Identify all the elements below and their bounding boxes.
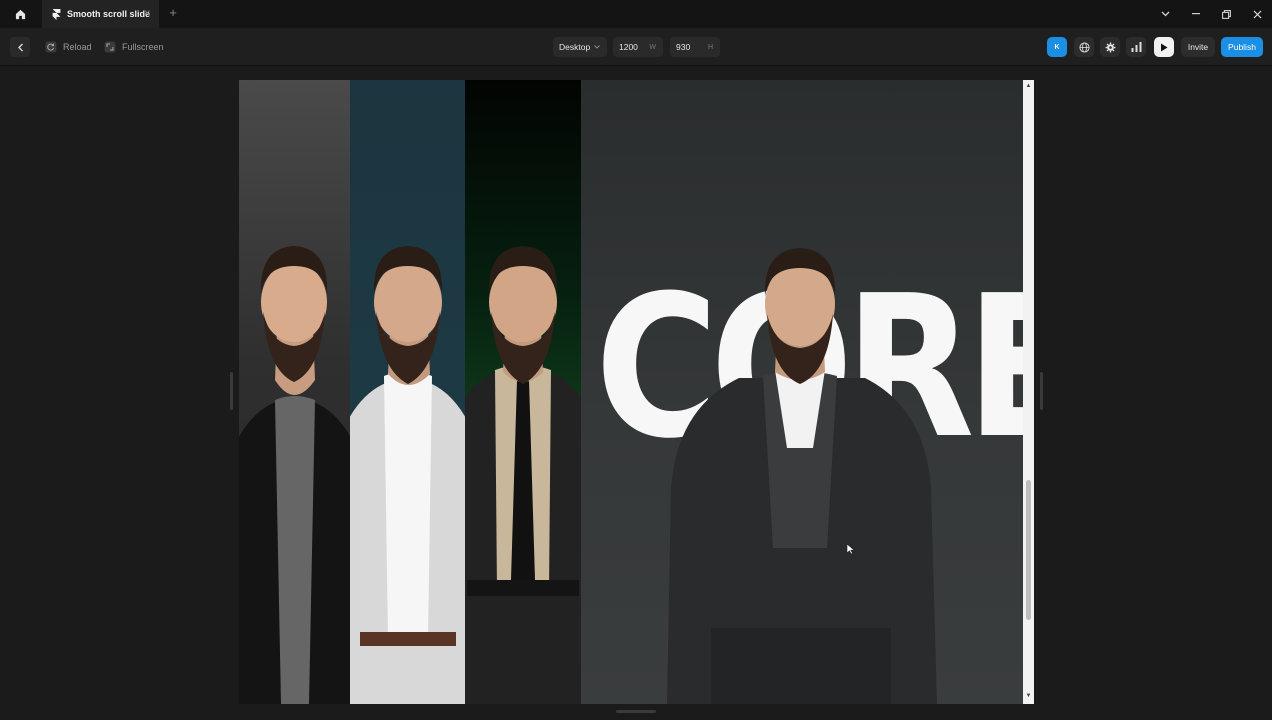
- left-resize-handle[interactable]: [230, 372, 233, 410]
- globe-button[interactable]: [1074, 37, 1094, 57]
- scroll-thumb[interactable]: [1026, 480, 1031, 620]
- toolbar: Reload Fullscreen Desktop 1200 W 930 H K…: [0, 28, 1272, 66]
- tab-title: Smooth scroll slide: [67, 9, 151, 19]
- user-badge-button[interactable]: K: [1047, 37, 1067, 57]
- bottom-resize-handle[interactable]: [616, 710, 656, 713]
- fullscreen-label: Fullscreen: [122, 42, 164, 52]
- analytics-icon: [1131, 42, 1141, 52]
- home-icon: [15, 9, 25, 19]
- framer-logo-icon: [52, 8, 61, 20]
- preview-play-button[interactable]: [1154, 37, 1174, 57]
- slide-panel-3[interactable]: [465, 80, 581, 704]
- person-image-1: [239, 246, 350, 704]
- preview-frame: CORE: [239, 80, 1023, 704]
- plus-icon[interactable]: +: [165, 5, 181, 21]
- fullscreen-button[interactable]: Fullscreen: [104, 39, 164, 55]
- person-image-3: [465, 246, 581, 704]
- chevron-down-icon[interactable]: [1157, 6, 1173, 22]
- slide-panel-2[interactable]: [350, 80, 465, 704]
- window-close-icon[interactable]: [1249, 6, 1265, 22]
- fullscreen-icon: [104, 41, 116, 53]
- gear-icon: [1105, 42, 1115, 52]
- publish-button[interactable]: Publish: [1221, 37, 1263, 57]
- back-button[interactable]: [10, 37, 30, 57]
- reload-icon: [45, 41, 57, 53]
- width-input[interactable]: 1200 W: [613, 37, 663, 57]
- play-icon: [1161, 43, 1168, 51]
- badge-label: K: [1054, 43, 1060, 51]
- breakpoint-value: Desktop: [559, 42, 591, 52]
- tab-smooth-scroll-slide[interactable]: Smooth scroll slide ✕: [42, 0, 159, 28]
- height-suffix: H: [707, 43, 713, 51]
- width-value: 1200: [619, 42, 638, 52]
- breakpoint-select[interactable]: Desktop: [553, 37, 607, 57]
- scroll-up-arrow[interactable]: ▲: [1025, 83, 1032, 90]
- preview-scrollbar[interactable]: ▲ ▼: [1023, 80, 1034, 704]
- settings-button[interactable]: [1100, 37, 1120, 57]
- height-value: 930: [676, 42, 691, 52]
- invite-button[interactable]: Invite: [1181, 37, 1215, 57]
- back-arrow-icon: [17, 43, 23, 51]
- title-bar: Smooth scroll slide ✕ +: [0, 0, 1272, 28]
- analytics-button[interactable]: [1126, 37, 1146, 57]
- hero-person-image: [667, 248, 937, 704]
- width-suffix: W: [649, 43, 656, 51]
- person-image-2: [350, 246, 465, 704]
- slide-panel-1[interactable]: [239, 80, 350, 704]
- minimize-icon[interactable]: [1188, 6, 1204, 22]
- mouse-cursor-icon: [846, 543, 855, 555]
- globe-icon: [1078, 41, 1090, 53]
- close-icon[interactable]: ✕: [143, 8, 151, 19]
- right-resize-handle[interactable]: [1040, 372, 1043, 410]
- restore-icon[interactable]: [1218, 6, 1234, 22]
- home-button[interactable]: [0, 0, 40, 28]
- height-input[interactable]: 930 H: [670, 37, 720, 57]
- reload-button[interactable]: Reload: [45, 39, 92, 55]
- reload-label: Reload: [63, 42, 92, 52]
- chevron-down-icon: [594, 45, 600, 49]
- scroll-down-arrow[interactable]: ▼: [1025, 693, 1032, 700]
